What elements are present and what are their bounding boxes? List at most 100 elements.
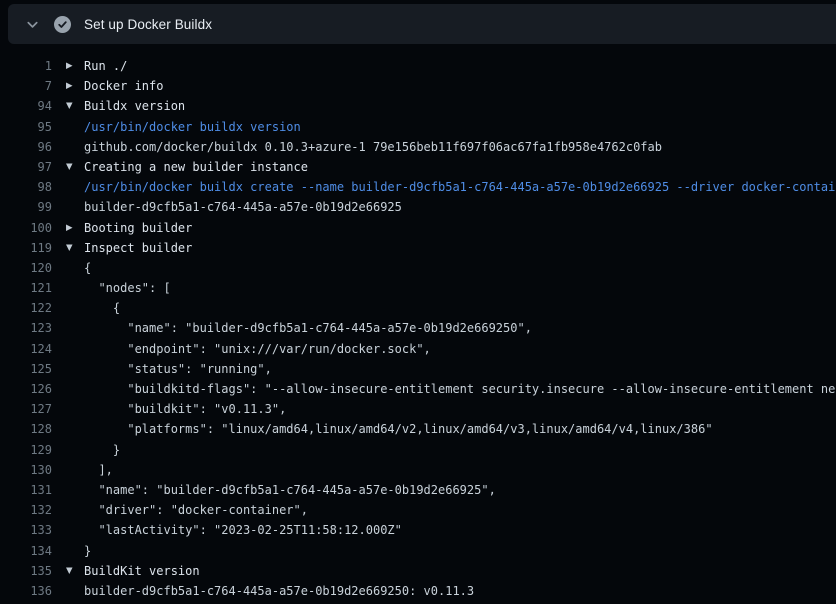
output-text: "name": "builder-d9cfb5a1-c764-445a-a57e… bbox=[84, 480, 496, 500]
output-text: } bbox=[84, 440, 120, 460]
marker-spacer bbox=[52, 541, 84, 561]
line-number-link[interactable]: 133 bbox=[0, 520, 52, 540]
step-header[interactable]: Set up Docker Buildx bbox=[8, 4, 836, 44]
line-number-link[interactable]: 123 bbox=[0, 318, 52, 338]
line-number-link[interactable]: 121 bbox=[0, 278, 52, 298]
output-text: builder-d9cfb5a1-c764-445a-a57e-0b19d2e6… bbox=[84, 581, 474, 601]
group-title: Booting builder bbox=[84, 218, 192, 238]
output-text: "name": "builder-d9cfb5a1-c764-445a-a57e… bbox=[84, 318, 532, 338]
marker-spacer bbox=[52, 258, 84, 278]
group-title: Buildx version bbox=[84, 96, 185, 116]
marker-spacer bbox=[52, 520, 84, 540]
line-number-link[interactable]: 130 bbox=[0, 460, 52, 480]
line-number-link[interactable]: 128 bbox=[0, 419, 52, 439]
output-text: "buildkitd-flags": "--allow-insecure-ent… bbox=[84, 379, 836, 399]
log-lines: 1▶Run ./7▶Docker info94▼Buildx version95… bbox=[0, 44, 836, 601]
output-text: "driver": "docker-container", bbox=[84, 500, 308, 520]
output-text: ], bbox=[84, 460, 113, 480]
log-line-row: 131 "name": "builder-d9cfb5a1-c764-445a-… bbox=[0, 480, 836, 500]
line-number-link[interactable]: 124 bbox=[0, 339, 52, 359]
line-number-link[interactable]: 135 bbox=[0, 561, 52, 581]
log-line-row: 134} bbox=[0, 541, 836, 561]
line-number-link[interactable]: 100 bbox=[0, 218, 52, 238]
log-group-header-row[interactable]: 1▶Run ./ bbox=[0, 56, 836, 76]
log-group-header-row[interactable]: 119▼Inspect builder bbox=[0, 238, 836, 258]
log-line-row: 133 "lastActivity": "2023-02-25T11:58:12… bbox=[0, 520, 836, 540]
marker-spacer bbox=[52, 460, 84, 480]
log-line-row: 124 "endpoint": "unix:///var/run/docker.… bbox=[0, 339, 836, 359]
marker-spacer bbox=[52, 177, 84, 197]
output-text: "lastActivity": "2023-02-25T11:58:12.000… bbox=[84, 520, 402, 540]
output-text: { bbox=[84, 258, 91, 278]
triangle-right-icon[interactable]: ▶ bbox=[52, 56, 84, 76]
output-text: { bbox=[84, 298, 120, 318]
line-number-link[interactable]: 7 bbox=[0, 76, 52, 96]
step-title: Set up Docker Buildx bbox=[84, 17, 212, 32]
marker-spacer bbox=[52, 419, 84, 439]
group-title: Inspect builder bbox=[84, 238, 192, 258]
log-line-row: 126 "buildkitd-flags": "--allow-insecure… bbox=[0, 379, 836, 399]
marker-spacer bbox=[52, 500, 84, 520]
output-text: "platforms": "linux/amd64,linux/amd64/v2… bbox=[84, 419, 713, 439]
log-group-header-row[interactable]: 97▼Creating a new builder instance bbox=[0, 157, 836, 177]
output-text: "endpoint": "unix:///var/run/docker.sock… bbox=[84, 339, 431, 359]
log-group-header-row[interactable]: 94▼Buildx version bbox=[0, 96, 836, 116]
log-group-header-row[interactable]: 135▼BuildKit version bbox=[0, 561, 836, 581]
line-number-link[interactable]: 94 bbox=[0, 96, 52, 116]
chevron-down-icon[interactable] bbox=[18, 10, 46, 38]
line-number-link[interactable]: 99 bbox=[0, 197, 52, 217]
line-number-link[interactable]: 136 bbox=[0, 581, 52, 601]
log-line-row: 125 "status": "running", bbox=[0, 359, 836, 379]
marker-spacer bbox=[52, 298, 84, 318]
log-group-header-row[interactable]: 100▶Booting builder bbox=[0, 218, 836, 238]
marker-spacer bbox=[52, 339, 84, 359]
marker-spacer bbox=[52, 440, 84, 460]
line-number-link[interactable]: 120 bbox=[0, 258, 52, 278]
log-line-row: 122 { bbox=[0, 298, 836, 318]
line-number-link[interactable]: 95 bbox=[0, 117, 52, 137]
output-text: github.com/docker/buildx 0.10.3+azure-1 … bbox=[84, 137, 662, 157]
log-group-header-row[interactable]: 7▶Docker info bbox=[0, 76, 836, 96]
log-line-row: 136 builder-d9cfb5a1-c764-445a-a57e-0b19d… bbox=[0, 581, 836, 601]
group-title: Docker info bbox=[84, 76, 163, 96]
output-text: } bbox=[84, 541, 91, 561]
line-number-link[interactable]: 96 bbox=[0, 137, 52, 157]
triangle-down-icon[interactable]: ▼ bbox=[52, 157, 84, 177]
line-number-link[interactable]: 98 bbox=[0, 177, 52, 197]
line-number-link[interactable]: 97 bbox=[0, 157, 52, 177]
triangle-right-icon[interactable]: ▶ bbox=[52, 76, 84, 96]
line-number-link[interactable]: 119 bbox=[0, 238, 52, 258]
marker-spacer bbox=[52, 278, 84, 298]
marker-spacer bbox=[52, 480, 84, 500]
output-text: "buildkit": "v0.11.3", bbox=[84, 399, 286, 419]
log-line-row: 121 "nodes": [ bbox=[0, 278, 836, 298]
line-number-link[interactable]: 129 bbox=[0, 440, 52, 460]
marker-spacer bbox=[52, 581, 84, 601]
line-number-link[interactable]: 1 bbox=[0, 56, 52, 76]
line-number-link[interactable]: 132 bbox=[0, 500, 52, 520]
log-line-row: 123 "name": "builder-d9cfb5a1-c764-445a-… bbox=[0, 318, 836, 338]
line-number-link[interactable]: 125 bbox=[0, 359, 52, 379]
command-text: /usr/bin/docker buildx version bbox=[84, 117, 301, 137]
line-number-link[interactable]: 131 bbox=[0, 480, 52, 500]
triangle-right-icon[interactable]: ▶ bbox=[52, 218, 84, 238]
line-number-link[interactable]: 126 bbox=[0, 379, 52, 399]
marker-spacer bbox=[52, 359, 84, 379]
triangle-down-icon[interactable]: ▼ bbox=[52, 561, 84, 581]
log-line-row: 120 { bbox=[0, 258, 836, 278]
log-line-row: 96 github.com/docker/buildx 0.10.3+azure-… bbox=[0, 137, 836, 157]
marker-spacer bbox=[52, 379, 84, 399]
log-line-row: 99builder-d9cfb5a1-c764-445a-a57e-0b19d2… bbox=[0, 197, 836, 217]
line-number-link[interactable]: 127 bbox=[0, 399, 52, 419]
log-line-row: 127 "buildkit": "v0.11.3", bbox=[0, 399, 836, 419]
marker-spacer bbox=[52, 318, 84, 338]
group-title: Run ./ bbox=[84, 56, 127, 76]
marker-spacer bbox=[52, 399, 84, 419]
marker-spacer bbox=[52, 117, 84, 137]
triangle-down-icon[interactable]: ▼ bbox=[52, 238, 84, 258]
line-number-link[interactable]: 134 bbox=[0, 541, 52, 561]
triangle-down-icon[interactable]: ▼ bbox=[52, 96, 84, 116]
log-line-row: 129 } bbox=[0, 440, 836, 460]
line-number-link[interactable]: 122 bbox=[0, 298, 52, 318]
marker-spacer bbox=[52, 197, 84, 217]
